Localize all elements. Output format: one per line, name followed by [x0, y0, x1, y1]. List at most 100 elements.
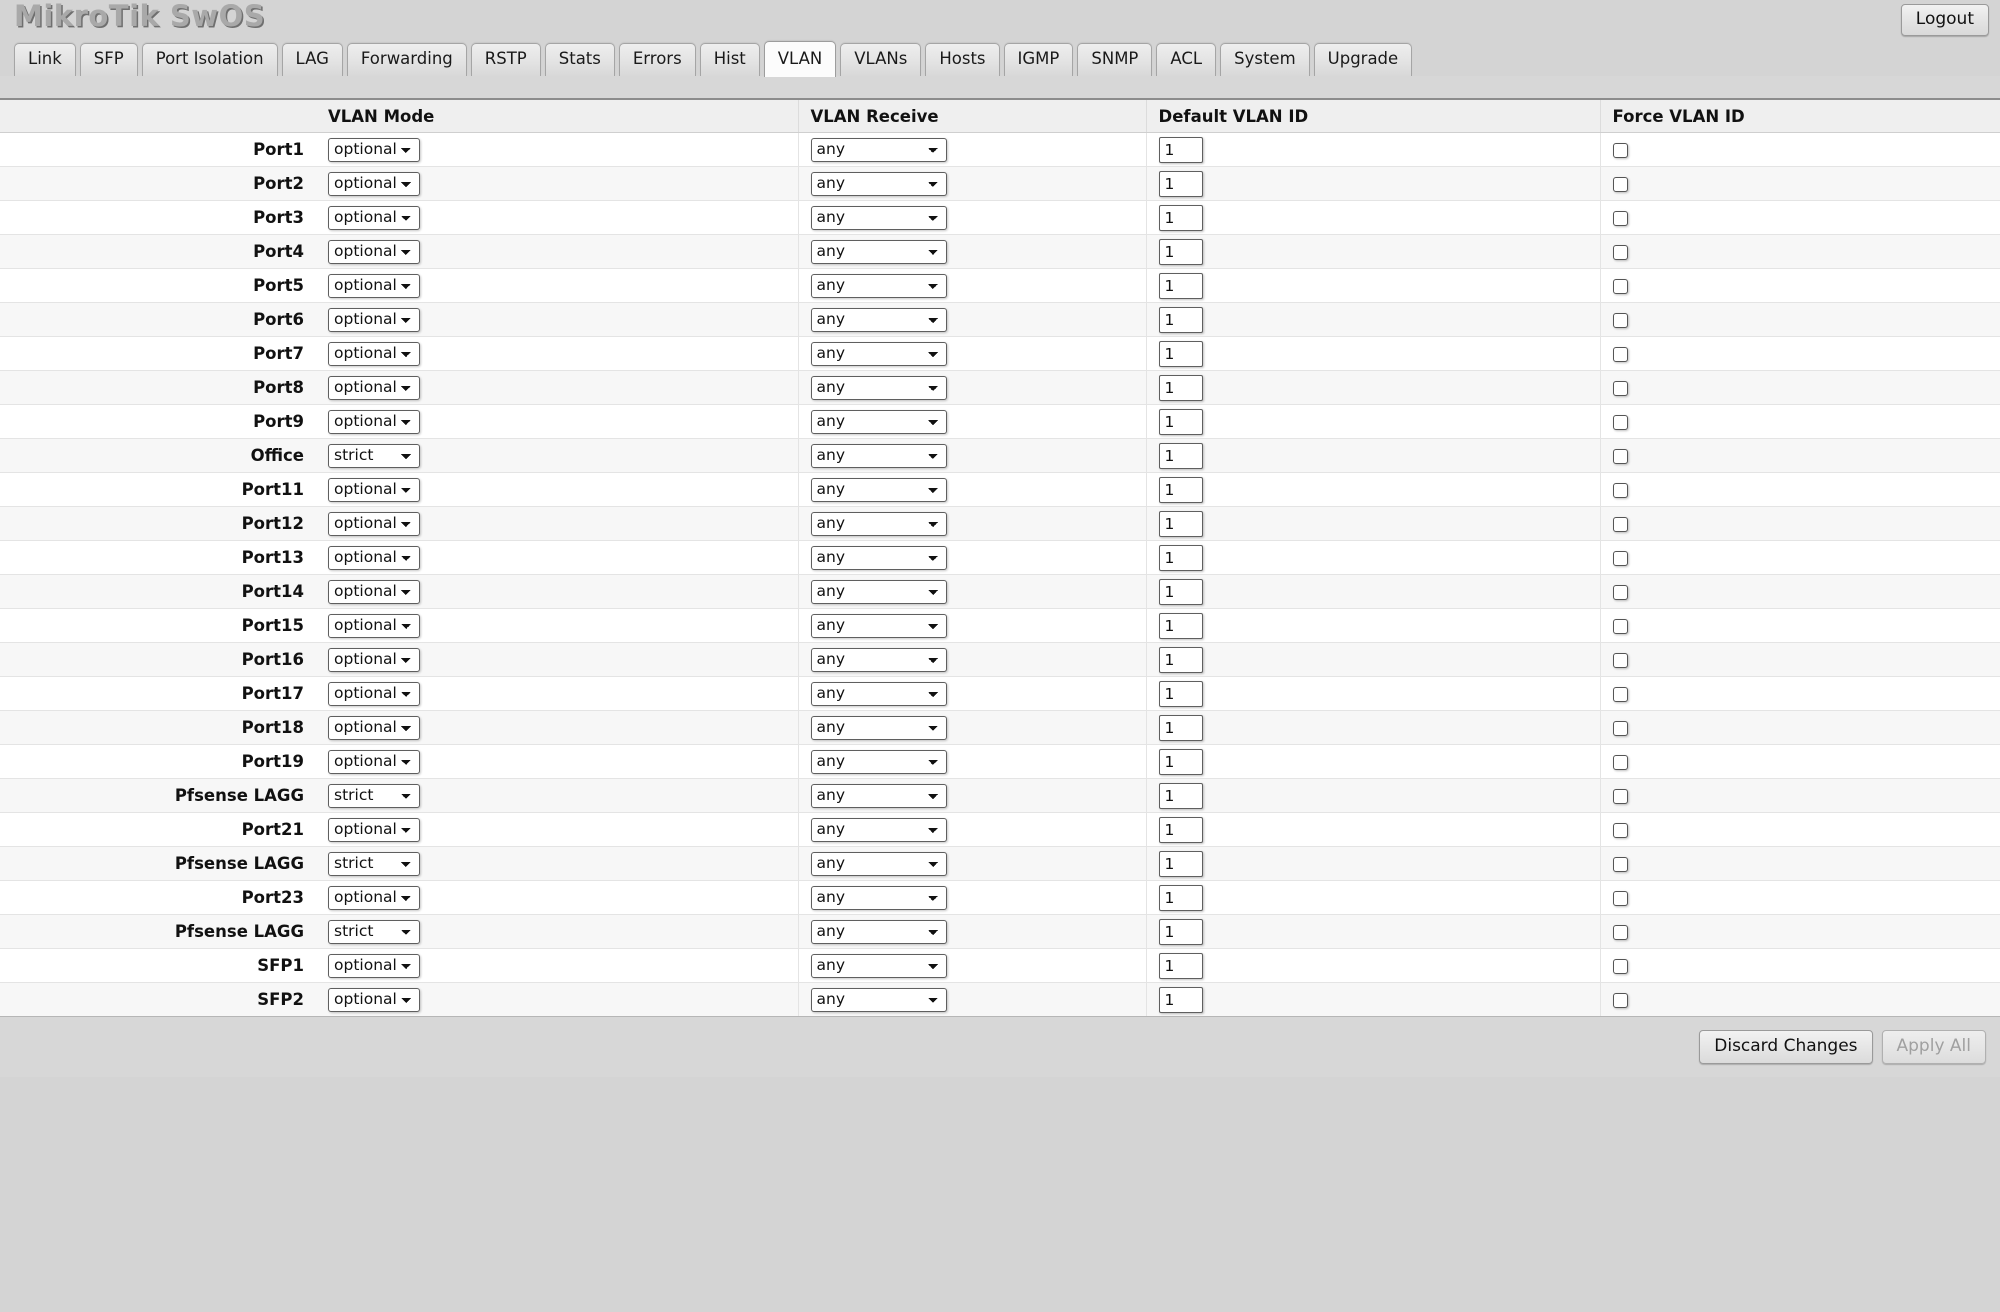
discard-changes-button[interactable]: Discard Changes [1699, 1029, 1873, 1065]
vlan-receive-select[interactable]: anyonly taggedonly untagged [810, 987, 947, 1012]
force-vlan-id-checkbox[interactable] [1612, 211, 1628, 226]
vlan-receive-select[interactable]: anyonly taggedonly untagged [810, 409, 947, 434]
vlan-receive-select[interactable]: anyonly taggedonly untagged [810, 715, 947, 740]
default-vlan-id-input[interactable] [1158, 816, 1203, 843]
force-vlan-id-checkbox[interactable] [1612, 959, 1628, 974]
default-vlan-id-input[interactable] [1158, 884, 1203, 911]
vlan-receive-select[interactable]: anyonly taggedonly untagged [810, 681, 947, 706]
vlan-receive-select[interactable]: anyonly taggedonly untagged [810, 919, 947, 944]
vlan-receive-select[interactable]: anyonly taggedonly untagged [810, 613, 947, 638]
tab-errors[interactable]: Errors [618, 43, 696, 76]
vlan-mode-select[interactable]: disabledoptionalenabledstrict [328, 681, 420, 706]
default-vlan-id-input[interactable] [1158, 272, 1203, 299]
vlan-mode-select[interactable]: disabledoptionalenabledstrict [328, 579, 420, 604]
apply-all-button[interactable]: Apply All [1881, 1029, 1986, 1065]
default-vlan-id-input[interactable] [1158, 612, 1203, 639]
vlan-receive-select[interactable]: anyonly taggedonly untagged [810, 137, 947, 162]
default-vlan-id-input[interactable] [1158, 544, 1203, 571]
vlan-receive-select[interactable]: anyonly taggedonly untagged [810, 851, 947, 876]
default-vlan-id-input[interactable] [1158, 578, 1203, 605]
force-vlan-id-checkbox[interactable] [1612, 755, 1628, 770]
tab-forwarding[interactable]: Forwarding [346, 43, 467, 76]
default-vlan-id-input[interactable] [1158, 340, 1203, 367]
default-vlan-id-input[interactable] [1158, 204, 1203, 231]
force-vlan-id-checkbox[interactable] [1612, 517, 1628, 532]
force-vlan-id-checkbox[interactable] [1612, 585, 1628, 600]
tab-lag[interactable]: LAG [281, 43, 343, 76]
default-vlan-id-input[interactable] [1158, 374, 1203, 401]
vlan-receive-select[interactable]: anyonly taggedonly untagged [810, 817, 947, 842]
default-vlan-id-input[interactable] [1158, 136, 1203, 163]
vlan-mode-select[interactable]: disabledoptionalenabledstrict [328, 715, 420, 740]
vlan-mode-select[interactable]: disabledoptionalenabledstrict [328, 545, 420, 570]
tab-rstp[interactable]: RSTP [470, 43, 541, 76]
force-vlan-id-checkbox[interactable] [1612, 619, 1628, 634]
vlan-mode-select[interactable]: disabledoptionalenabledstrict [328, 885, 420, 910]
force-vlan-id-checkbox[interactable] [1612, 177, 1628, 192]
tab-port-isolation[interactable]: Port Isolation [141, 43, 278, 76]
default-vlan-id-input[interactable] [1158, 306, 1203, 333]
vlan-receive-select[interactable]: anyonly taggedonly untagged [810, 511, 947, 536]
force-vlan-id-checkbox[interactable] [1612, 381, 1628, 396]
force-vlan-id-checkbox[interactable] [1612, 313, 1628, 328]
default-vlan-id-input[interactable] [1158, 782, 1203, 809]
vlan-mode-select[interactable]: disabledoptionalenabledstrict [328, 477, 420, 502]
force-vlan-id-checkbox[interactable] [1612, 245, 1628, 260]
tab-vlans[interactable]: VLANs [840, 43, 922, 76]
default-vlan-id-input[interactable] [1158, 238, 1203, 265]
force-vlan-id-checkbox[interactable] [1612, 483, 1628, 498]
vlan-receive-select[interactable]: anyonly taggedonly untagged [810, 749, 947, 774]
default-vlan-id-input[interactable] [1158, 476, 1203, 503]
vlan-mode-select[interactable]: disabledoptionalenabledstrict [328, 239, 420, 264]
default-vlan-id-input[interactable] [1158, 918, 1203, 945]
vlan-mode-select[interactable]: disabledoptionalenabledstrict [328, 613, 420, 638]
vlan-mode-select[interactable]: disabledoptionalenabledstrict [328, 443, 420, 468]
vlan-mode-select[interactable]: disabledoptionalenabledstrict [328, 409, 420, 434]
vlan-mode-select[interactable]: disabledoptionalenabledstrict [328, 171, 420, 196]
vlan-mode-select[interactable]: disabledoptionalenabledstrict [328, 375, 420, 400]
vlan-mode-select[interactable]: disabledoptionalenabledstrict [328, 137, 420, 162]
force-vlan-id-checkbox[interactable] [1612, 857, 1628, 872]
vlan-receive-select[interactable]: anyonly taggedonly untagged [810, 273, 947, 298]
vlan-mode-select[interactable]: disabledoptionalenabledstrict [328, 851, 420, 876]
vlan-receive-select[interactable]: anyonly taggedonly untagged [810, 171, 947, 196]
vlan-mode-select[interactable]: disabledoptionalenabledstrict [328, 817, 420, 842]
default-vlan-id-input[interactable] [1158, 646, 1203, 673]
vlan-receive-select[interactable]: anyonly taggedonly untagged [810, 307, 947, 332]
default-vlan-id-input[interactable] [1158, 952, 1203, 979]
tab-stats[interactable]: Stats [544, 43, 615, 76]
tab-link[interactable]: Link [14, 43, 76, 76]
vlan-receive-select[interactable]: anyonly taggedonly untagged [810, 579, 947, 604]
force-vlan-id-checkbox[interactable] [1612, 993, 1628, 1008]
vlan-receive-select[interactable]: anyonly taggedonly untagged [810, 341, 947, 366]
tab-hosts[interactable]: Hosts [925, 43, 1000, 76]
vlan-receive-select[interactable]: anyonly taggedonly untagged [810, 953, 947, 978]
force-vlan-id-checkbox[interactable] [1612, 789, 1628, 804]
tab-hist[interactable]: Hist [699, 43, 760, 76]
vlan-receive-select[interactable]: anyonly taggedonly untagged [810, 205, 947, 230]
force-vlan-id-checkbox[interactable] [1612, 347, 1628, 362]
vlan-mode-select[interactable]: disabledoptionalenabledstrict [328, 919, 420, 944]
default-vlan-id-input[interactable] [1158, 714, 1203, 741]
force-vlan-id-checkbox[interactable] [1612, 143, 1628, 158]
force-vlan-id-checkbox[interactable] [1612, 891, 1628, 906]
vlan-mode-select[interactable]: disabledoptionalenabledstrict [328, 953, 420, 978]
default-vlan-id-input[interactable] [1158, 748, 1203, 775]
vlan-mode-select[interactable]: disabledoptionalenabledstrict [328, 783, 420, 808]
vlan-mode-select[interactable]: disabledoptionalenabledstrict [328, 647, 420, 672]
force-vlan-id-checkbox[interactable] [1612, 925, 1628, 940]
default-vlan-id-input[interactable] [1158, 850, 1203, 877]
force-vlan-id-checkbox[interactable] [1612, 449, 1628, 464]
default-vlan-id-input[interactable] [1158, 408, 1203, 435]
vlan-mode-select[interactable]: disabledoptionalenabledstrict [328, 749, 420, 774]
force-vlan-id-checkbox[interactable] [1612, 721, 1628, 736]
vlan-receive-select[interactable]: anyonly taggedonly untagged [810, 239, 947, 264]
default-vlan-id-input[interactable] [1158, 510, 1203, 537]
vlan-receive-select[interactable]: anyonly taggedonly untagged [810, 375, 947, 400]
vlan-receive-select[interactable]: anyonly taggedonly untagged [810, 443, 947, 468]
default-vlan-id-input[interactable] [1158, 680, 1203, 707]
vlan-receive-select[interactable]: anyonly taggedonly untagged [810, 885, 947, 910]
vlan-mode-select[interactable]: disabledoptionalenabledstrict [328, 273, 420, 298]
force-vlan-id-checkbox[interactable] [1612, 279, 1628, 294]
tab-igmp[interactable]: IGMP [1003, 43, 1074, 76]
